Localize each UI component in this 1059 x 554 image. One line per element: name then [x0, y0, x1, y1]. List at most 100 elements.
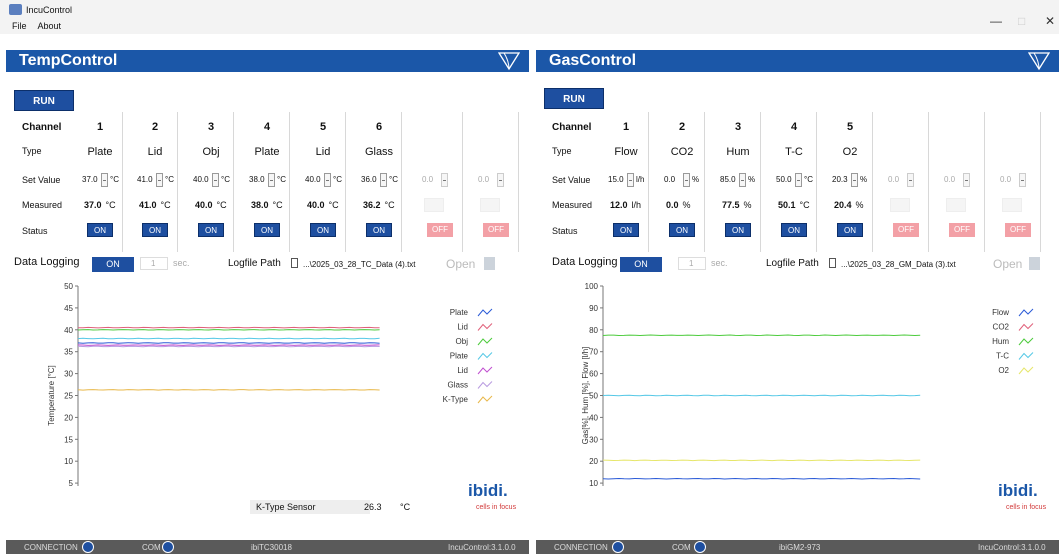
temp-setvalue-stepper[interactable]: 40.0 °C: [193, 173, 231, 187]
gascontrol-header: GasControl: [536, 50, 1059, 72]
setvalue-text: 37.0: [82, 175, 98, 184]
gas-setvalue-stepper[interactable]: 0.0%: [664, 173, 702, 187]
temp-setvalue-stepper[interactable]: 37.0 °C: [82, 173, 120, 187]
window-titlebar: IncuControl File About — □ ✕: [0, 0, 1059, 34]
temp-run-button[interactable]: RUN: [14, 90, 74, 111]
temp-setvalue-stepper[interactable]: 38.0 °C: [249, 173, 287, 187]
measured-unit: °C: [328, 200, 339, 210]
close-icon[interactable]: ✕: [1045, 14, 1055, 28]
temp-setvalue-stepper[interactable]: 36.0 °C: [361, 173, 399, 187]
measured-unit: °C: [105, 200, 116, 210]
legend-label: Flow: [992, 308, 1009, 317]
legend-swatch: [477, 337, 493, 346]
temp-channel-type: Obj: [202, 146, 220, 158]
temp-setvalue-stepper[interactable]: 41.0 °C: [137, 173, 175, 187]
gas-chart: 010203040506070809010000:00:0000:02:0000…: [581, 282, 1034, 486]
gas-status-off-button[interactable]: OFF: [1005, 223, 1031, 237]
gas-version: IncuControl:3.1.0.0: [978, 543, 1046, 552]
setvalue-text: 15.0: [608, 175, 624, 184]
temp-measured-value: 41.0 °C: [139, 200, 171, 210]
y-axis-label: Gas[%], Hum [%], Flow [l/h]: [581, 347, 590, 445]
ktype-sensor-value: 26.3: [364, 502, 382, 512]
gas-data-logging-label: Data Logging: [552, 256, 618, 268]
temp-status-button[interactable]: ON: [310, 223, 336, 237]
gas-logging-toggle[interactable]: ON: [620, 257, 662, 272]
spinner-arrows-icon[interactable]: [739, 173, 746, 187]
spinner-arrows-icon[interactable]: [268, 173, 275, 187]
file-icon[interactable]: [291, 258, 298, 268]
legend-swatch: [1018, 366, 1034, 375]
menu-file[interactable]: File: [12, 21, 27, 31]
app-title: IncuControl: [26, 5, 73, 15]
temp-logging-interval[interactable]: 1: [140, 257, 168, 270]
spinner-arrows-icon[interactable]: [101, 173, 108, 187]
temp-disabled-measured: [424, 198, 444, 212]
connection-indicator-icon: [612, 541, 624, 553]
y-tick-label: 5: [69, 479, 74, 486]
gas-setvalue-stepper[interactable]: 50.0 °C: [776, 173, 814, 187]
measured-unit: l/h: [631, 200, 642, 210]
measured-unit: %: [682, 200, 691, 210]
temp-status-button[interactable]: ON: [142, 223, 168, 237]
setvalue-unit: °C: [389, 175, 398, 184]
y-tick-label: 40: [589, 413, 598, 422]
gas-status-button[interactable]: ON: [669, 223, 695, 237]
spinner-arrows-icon[interactable]: [324, 173, 331, 187]
spinner-arrows-icon[interactable]: [156, 173, 163, 187]
temp-status-button[interactable]: ON: [87, 223, 113, 237]
series-line-lid: [77, 344, 380, 346]
gas-interval-value: 1: [689, 259, 694, 268]
temp-status-off-button[interactable]: OFF: [483, 223, 509, 237]
legend-label: CO2: [993, 323, 1010, 332]
temp-open-button[interactable]: Open: [446, 257, 475, 271]
gas-channel-type: Flow: [614, 146, 638, 158]
gas-status-button[interactable]: ON: [725, 223, 751, 237]
gas-statusbar: CONNECTION COM ibiGM2-973 IncuControl:3.…: [536, 540, 1059, 554]
gas-logging-interval[interactable]: 1: [678, 257, 706, 270]
temp-status-off-button[interactable]: OFF: [427, 223, 453, 237]
temp-status-button[interactable]: ON: [198, 223, 224, 237]
folder-icon[interactable]: [1029, 257, 1040, 270]
gas-run-button[interactable]: RUN: [544, 88, 604, 109]
y-tick-label: 50: [589, 392, 598, 401]
temp-status-button[interactable]: ON: [366, 223, 392, 237]
spinner-arrows-icon[interactable]: [212, 173, 219, 187]
folder-icon[interactable]: [484, 257, 495, 270]
gas-measured-value: 77.5%: [722, 200, 752, 210]
setvalue-unit: °C: [221, 175, 230, 184]
file-icon[interactable]: [829, 258, 836, 268]
minimize-icon[interactable]: —: [990, 14, 1002, 28]
temp-status-button[interactable]: ON: [254, 223, 280, 237]
gas-channel-number: 2: [678, 121, 686, 133]
temp-row-label-channel: Channel: [22, 122, 62, 133]
spinner-arrows-icon[interactable]: [795, 173, 802, 187]
maximize-icon[interactable]: □: [1018, 14, 1025, 28]
spinner-arrows-icon: [963, 173, 970, 187]
gas-disabled-measured: [890, 198, 910, 212]
spinner-arrows-icon[interactable]: [683, 173, 690, 187]
spinner-arrows-icon[interactable]: [380, 173, 387, 187]
spinner-arrows-icon[interactable]: [851, 173, 858, 187]
spinner-arrows-icon[interactable]: [627, 173, 634, 187]
menu-about[interactable]: About: [38, 21, 62, 31]
y-tick-label: 20: [64, 413, 73, 422]
column-divider: [984, 112, 985, 252]
gas-status-off-button[interactable]: OFF: [893, 223, 919, 237]
temp-setvalue-stepper[interactable]: 40.0 °C: [305, 173, 343, 187]
gas-status-off-button[interactable]: OFF: [949, 223, 975, 237]
gas-setvalue-stepper[interactable]: 15.0 l/h: [608, 173, 646, 187]
temp-logging-toggle[interactable]: ON: [92, 257, 134, 272]
gas-open-button[interactable]: Open: [993, 257, 1022, 271]
column-divider: [872, 112, 873, 252]
com-indicator-icon: [694, 541, 706, 553]
gas-status-button[interactable]: ON: [837, 223, 863, 237]
gas-setvalue-stepper[interactable]: 85.0%: [720, 173, 758, 187]
gas-channel-number: 1: [622, 121, 630, 133]
gas-status-button[interactable]: ON: [781, 223, 807, 237]
y-tick-label: 40: [64, 326, 73, 335]
gas-connection-label: CONNECTION: [554, 543, 608, 552]
gas-setvalue-stepper[interactable]: 20.3%: [832, 173, 870, 187]
legend-label: Hum: [992, 337, 1009, 346]
y-tick-label: 45: [64, 304, 73, 313]
gas-status-button[interactable]: ON: [613, 223, 639, 237]
